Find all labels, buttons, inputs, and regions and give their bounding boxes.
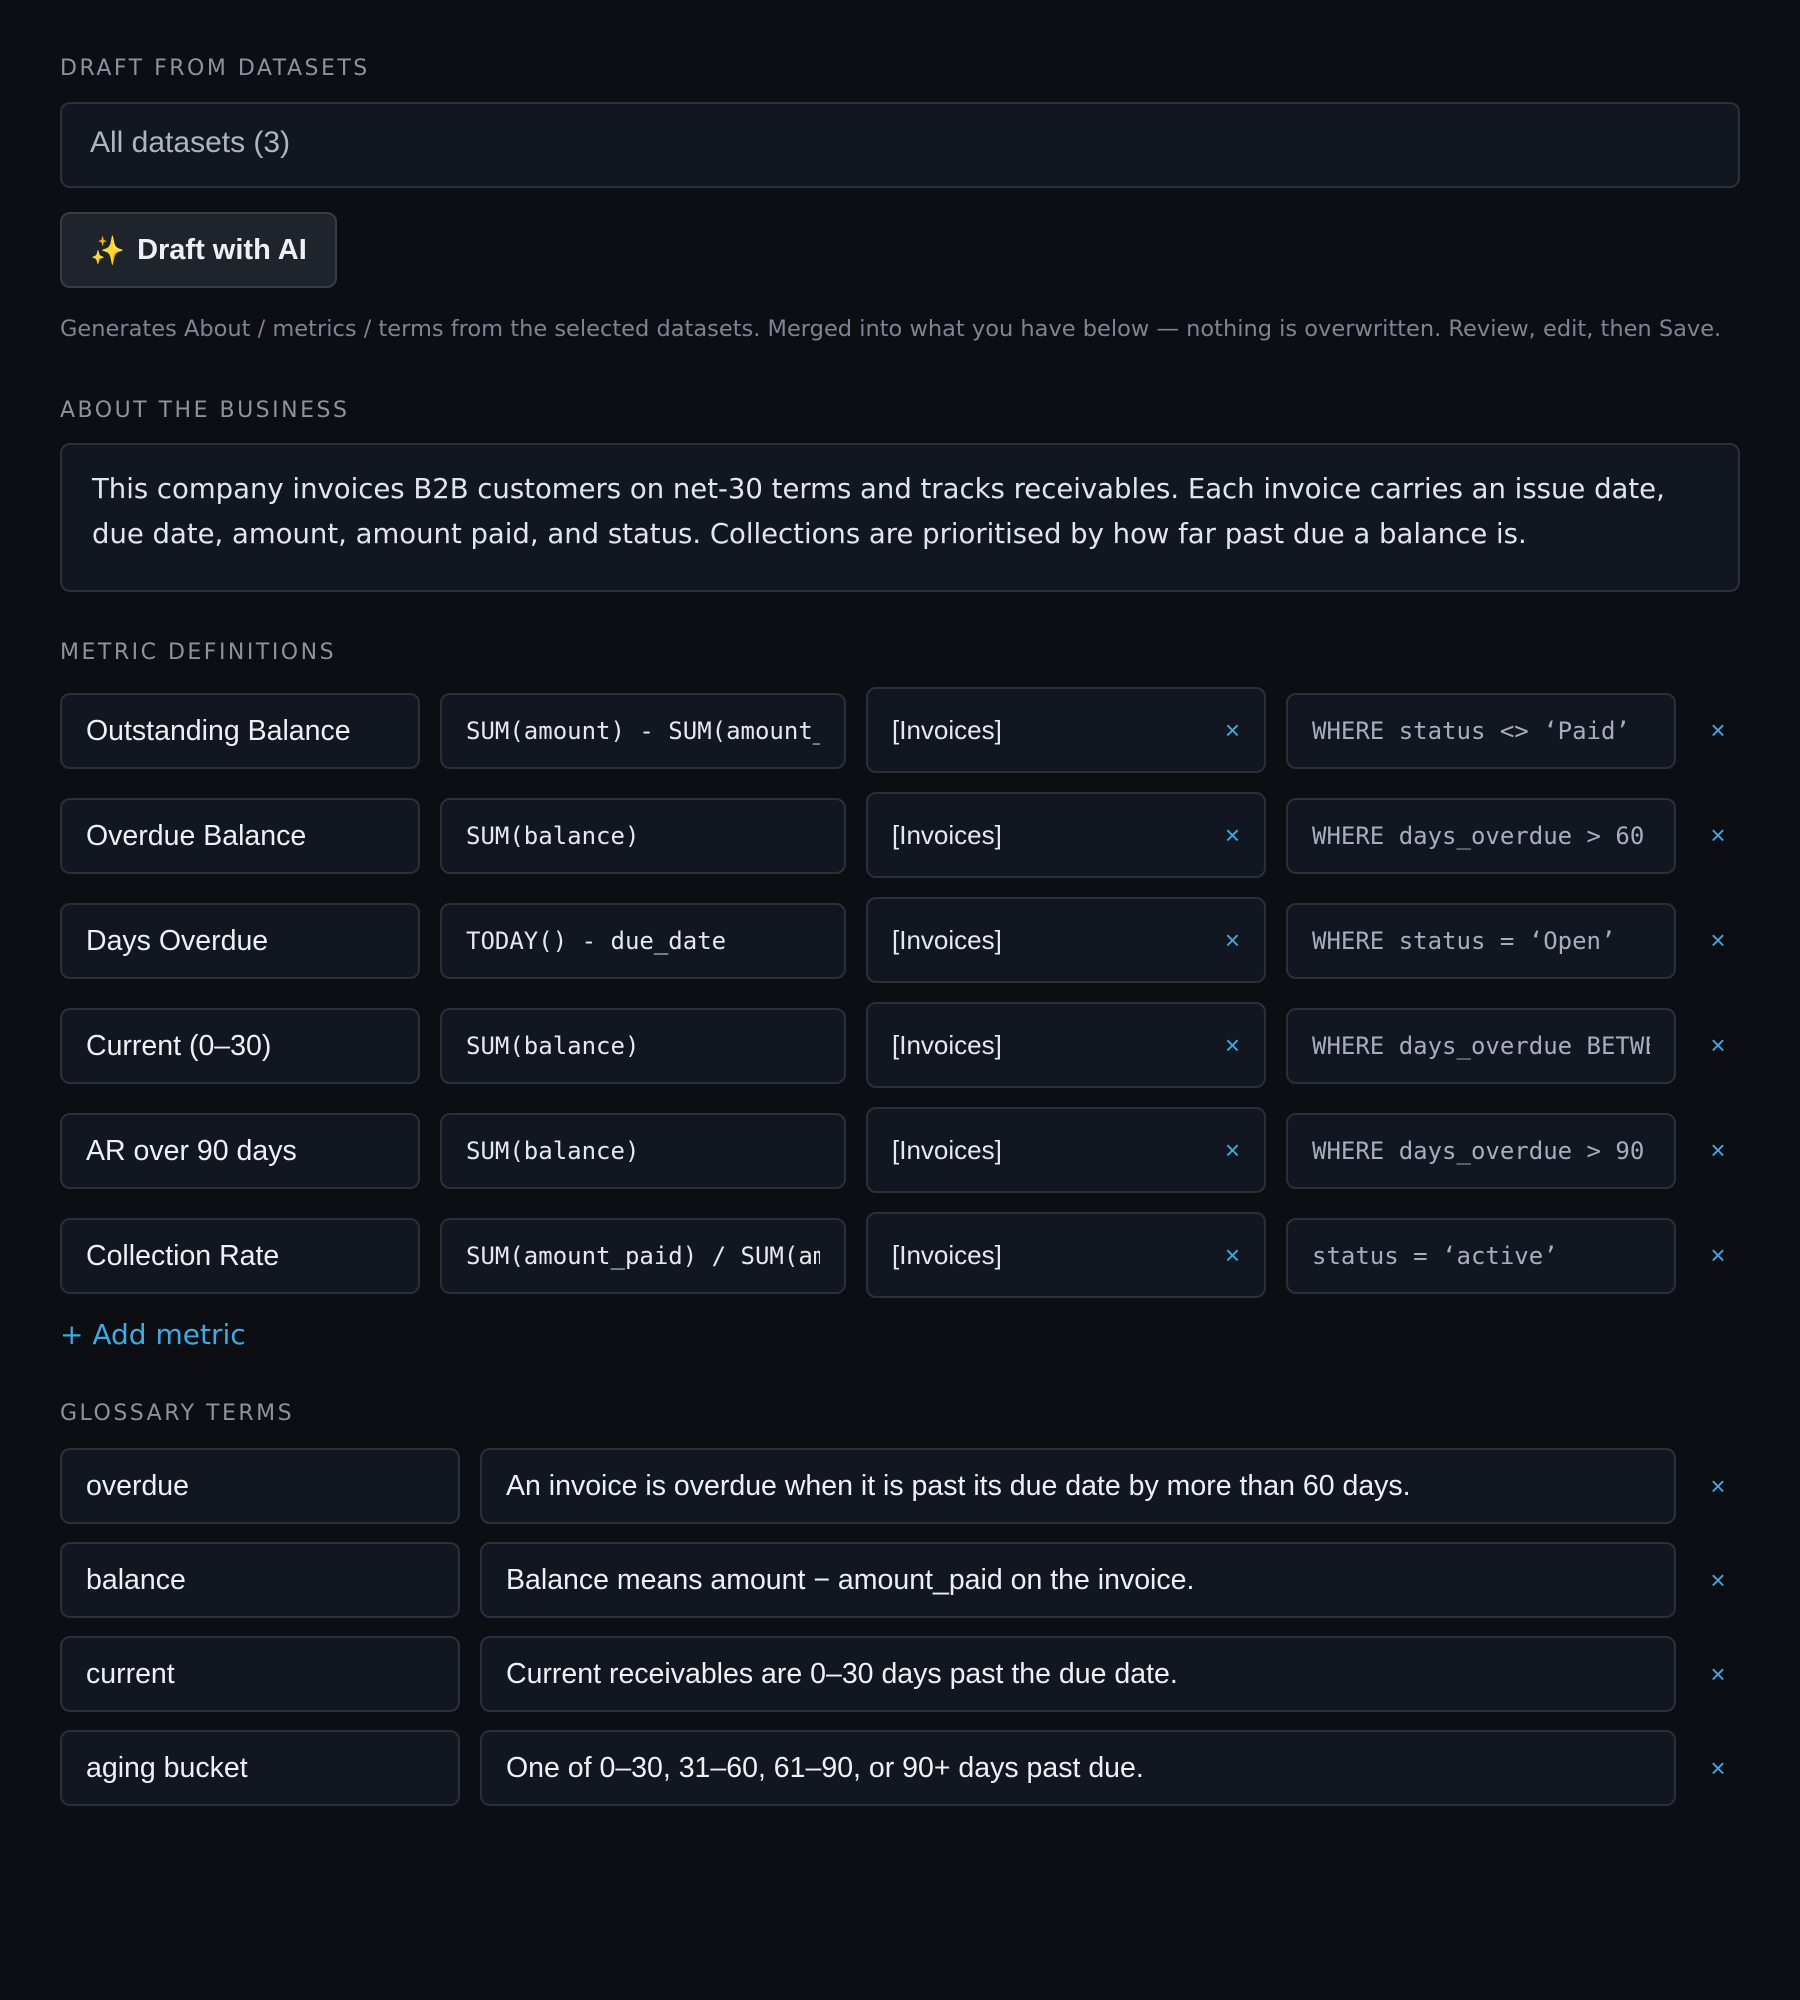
metric-name-input[interactable]: AR over 90 days xyxy=(60,1113,420,1189)
metric-filter-input[interactable]: WHERE status = ‘Open’ xyxy=(1286,903,1676,979)
remove-term-icon[interactable]: × xyxy=(1706,1567,1730,1593)
metric-dataset-label: [Invoices] xyxy=(892,1239,1002,1270)
metric-dataset-label: [Invoices] xyxy=(892,924,1002,955)
remove-metric-icon[interactable]: × xyxy=(1706,1242,1730,1268)
metric-dataset-select[interactable]: [Invoices] × xyxy=(866,1212,1266,1298)
clear-dataset-icon[interactable]: × xyxy=(1225,1242,1240,1268)
metric-expression-text: SUM(amount) - SUM(amount_paid) xyxy=(466,717,820,745)
metric-dataset-select[interactable]: [Invoices] × xyxy=(866,897,1266,983)
remove-term-icon[interactable]: × xyxy=(1706,1755,1730,1781)
glossary-definition-input[interactable]: One of 0–30, 31–60, 61–90, or 90+ days p… xyxy=(480,1730,1676,1806)
metric-filter-input[interactable]: WHERE status <> ‘Paid’ xyxy=(1286,693,1676,769)
metric-dataset-select[interactable]: [Invoices] × xyxy=(866,1107,1266,1193)
glossary-definition-input[interactable]: Balance means amount − amount_paid on th… xyxy=(480,1542,1676,1618)
metric-filter-text: WHERE status = ‘Open’ xyxy=(1312,927,1616,955)
metric-filter-input[interactable]: WHERE days_overdue > 90 xyxy=(1286,1113,1676,1189)
remove-metric-icon[interactable]: × xyxy=(1706,927,1730,953)
glossary-definition-input[interactable]: Current receivables are 0–30 days past t… xyxy=(480,1636,1676,1712)
glossary-definition-input[interactable]: An invoice is overdue when it is past it… xyxy=(480,1448,1676,1524)
draft-helper-text: Generates About / metrics / terms from t… xyxy=(60,316,1722,342)
clear-dataset-icon[interactable]: × xyxy=(1225,822,1240,848)
remove-metric-icon[interactable]: × xyxy=(1706,1032,1730,1058)
add-metric-link[interactable]: + Add metric xyxy=(60,1318,246,1351)
metric-expression-input[interactable]: SUM(balance) xyxy=(440,798,846,874)
metric-name-input[interactable]: Days Overdue xyxy=(60,903,420,979)
metric-expression-input[interactable]: SUM(balance) xyxy=(440,1008,846,1084)
clear-dataset-icon[interactable]: × xyxy=(1225,717,1240,743)
metric-filter-input[interactable]: status = ‘active’ xyxy=(1286,1218,1676,1294)
remove-metric-icon[interactable]: × xyxy=(1706,717,1730,743)
metric-dataset-select[interactable]: [Invoices] × xyxy=(866,687,1266,773)
clear-dataset-icon[interactable]: × xyxy=(1225,1137,1240,1163)
metric-dataset-label: [Invoices] xyxy=(892,819,1002,850)
metric-filter-text: WHERE days_overdue BETWEEN 0 AND 30 xyxy=(1312,1032,1650,1060)
clear-dataset-icon[interactable]: × xyxy=(1225,927,1240,953)
metric-dataset-select[interactable]: [Invoices] × xyxy=(866,792,1266,878)
draft-section-label: DRAFT FROM DATASETS xyxy=(60,56,370,81)
glossary-term-input[interactable]: overdue xyxy=(60,1448,460,1524)
metric-expression-input[interactable]: SUM(balance) xyxy=(440,1113,846,1189)
glossary-term-input[interactable]: aging bucket xyxy=(60,1730,460,1806)
metric-filter-text: WHERE status <> ‘Paid’ xyxy=(1312,717,1630,745)
business-context-editor: DRAFT FROM DATASETS All datasets (3) ✨ D… xyxy=(0,0,1800,2000)
remove-term-icon[interactable]: × xyxy=(1706,1473,1730,1499)
glossary-term-input[interactable]: balance xyxy=(60,1542,460,1618)
metric-dataset-select[interactable]: [Invoices] × xyxy=(866,1002,1266,1088)
metric-filter-text: status = ‘active’ xyxy=(1312,1242,1558,1270)
metric-name-input[interactable]: Collection Rate xyxy=(60,1218,420,1294)
metric-name-input[interactable]: Current (0–30) xyxy=(60,1008,420,1084)
draft-with-ai-button[interactable]: ✨ Draft with AI xyxy=(60,212,337,288)
glossary-term-input[interactable]: current xyxy=(60,1636,460,1712)
dataset-select[interactable]: All datasets (3) xyxy=(60,102,1740,188)
metric-name-input[interactable]: Outstanding Balance xyxy=(60,693,420,769)
remove-term-icon[interactable]: × xyxy=(1706,1661,1730,1687)
metric-filter-text: WHERE days_overdue > 90 xyxy=(1312,1137,1645,1165)
metric-expression-input[interactable]: SUM(amount) - SUM(amount_paid) xyxy=(440,693,846,769)
metric-expression-text: SUM(amount_paid) / SUM(amount) xyxy=(466,1242,820,1270)
clear-dataset-icon[interactable]: × xyxy=(1225,1032,1240,1058)
metric-dataset-label: [Invoices] xyxy=(892,1029,1002,1060)
metrics-section-label: METRIC DEFINITIONS xyxy=(60,640,337,665)
metric-expression-text: TODAY() - due_date xyxy=(466,927,727,955)
glossary-section-label: GLOSSARY TERMS xyxy=(60,1401,295,1426)
metric-expression-text: SUM(balance) xyxy=(466,1137,640,1165)
draft-button-label: Draft with AI xyxy=(137,233,307,266)
remove-metric-icon[interactable]: × xyxy=(1706,1137,1730,1163)
sparkles-icon: ✨ xyxy=(90,234,126,266)
metric-filter-input[interactable]: WHERE days_overdue > 60 xyxy=(1286,798,1676,874)
about-section-label: ABOUT THE BUSINESS xyxy=(60,398,350,423)
metric-dataset-label: [Invoices] xyxy=(892,1134,1002,1165)
metric-expression-input[interactable]: TODAY() - due_date xyxy=(440,903,846,979)
metric-name-input[interactable]: Overdue Balance xyxy=(60,798,420,874)
metric-dataset-label: [Invoices] xyxy=(892,714,1002,745)
metric-filter-text: WHERE days_overdue > 60 xyxy=(1312,822,1645,850)
metric-expression-input[interactable]: SUM(amount_paid) / SUM(amount) xyxy=(440,1218,846,1294)
metric-expression-text: SUM(balance) xyxy=(466,1032,640,1060)
metric-filter-input[interactable]: WHERE days_overdue BETWEEN 0 AND 30 xyxy=(1286,1008,1676,1084)
remove-metric-icon[interactable]: × xyxy=(1706,822,1730,848)
about-textarea[interactable]: This company invoices B2B customers on n… xyxy=(60,443,1740,592)
metric-expression-text: SUM(balance) xyxy=(466,822,640,850)
